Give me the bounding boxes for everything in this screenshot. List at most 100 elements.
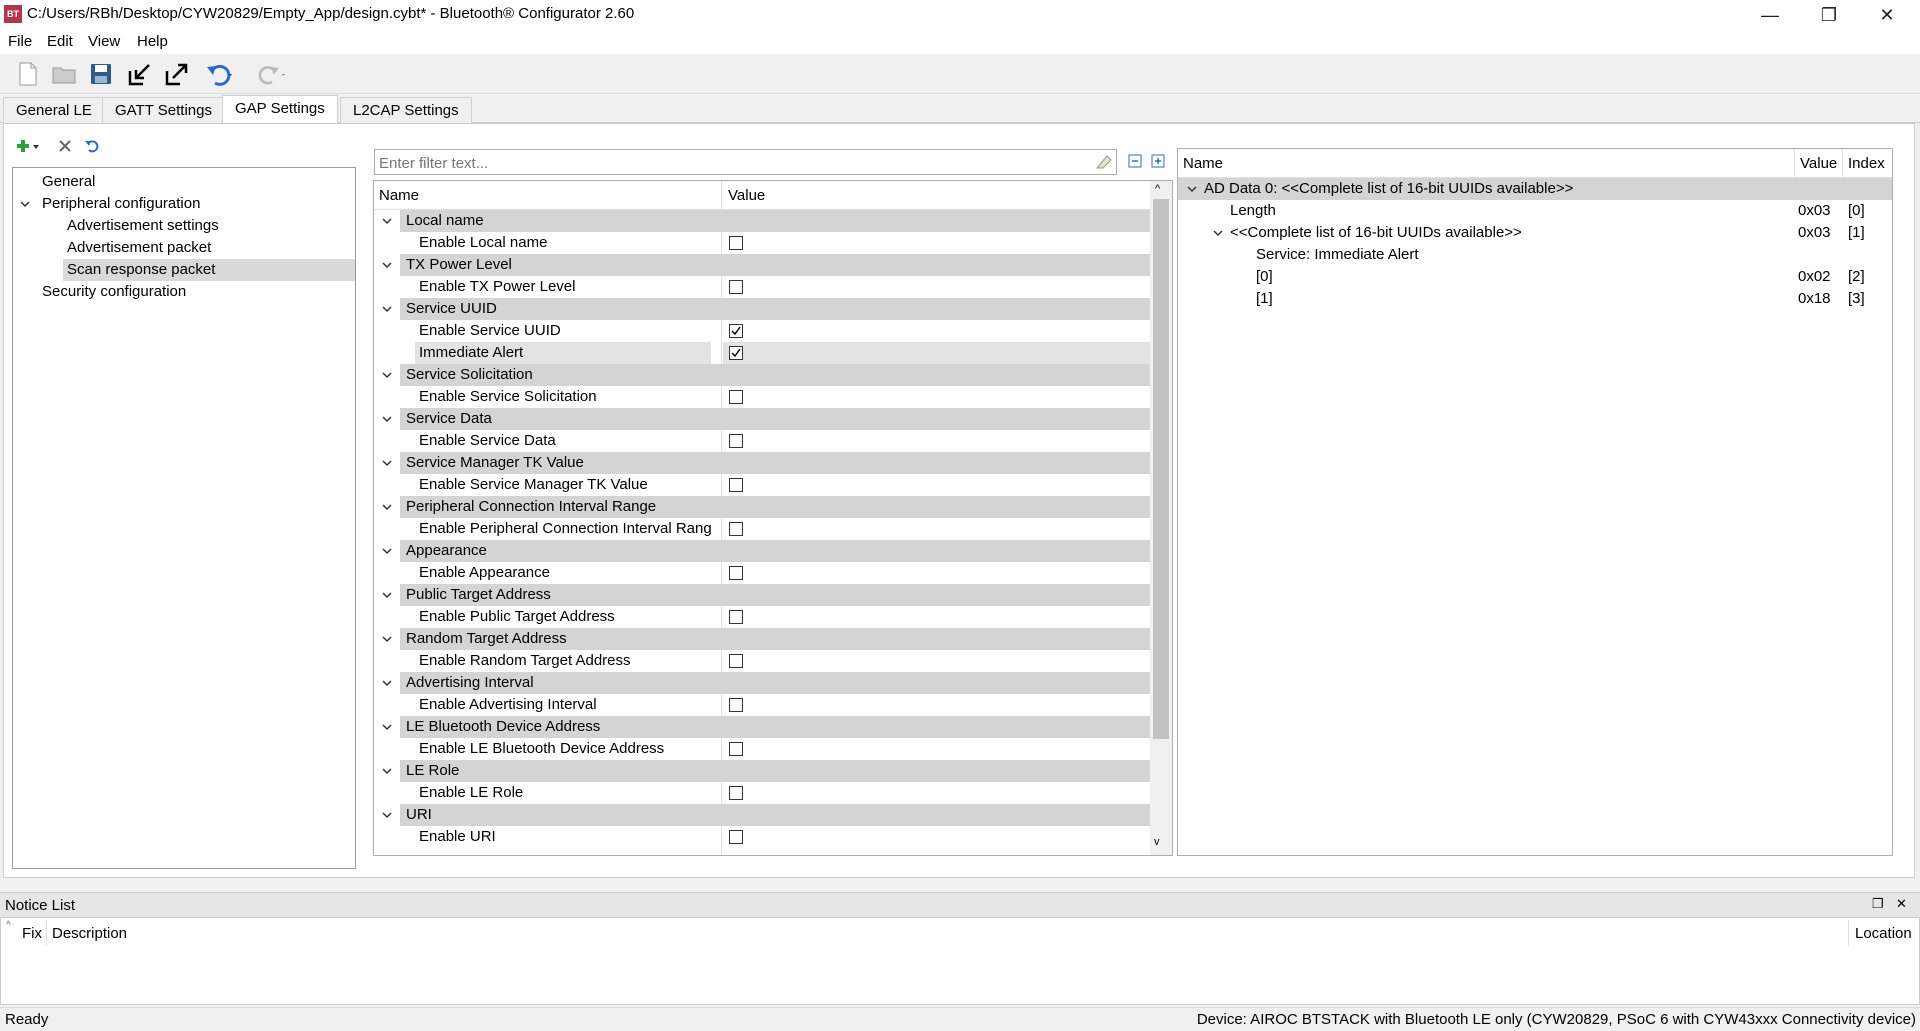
grid-group-row[interactable]: LE Role [374,760,1152,782]
collapse-all-icon[interactable] [1128,154,1142,172]
enable-checkbox[interactable] [729,236,743,250]
grid-item-row[interactable]: Enable Peripheral Connection Interval Ra… [374,518,1152,540]
grid-item-value [723,562,1152,584]
enable-checkbox[interactable] [729,390,743,404]
grid-header-name: Name [379,187,420,204]
filter-input[interactable] [377,152,1081,174]
grid-item-row[interactable]: Enable Random Target Address [374,650,1152,672]
grid-group-row[interactable]: Appearance [374,540,1152,562]
add-icon[interactable] [16,137,42,161]
enable-checkbox[interactable] [729,522,743,536]
ad-tree-value: 0x18 [1798,290,1831,307]
menu-help[interactable]: Help [137,33,168,50]
close-button[interactable]: ✕ [1858,0,1916,30]
delete-icon[interactable] [57,138,73,158]
grid-group-row[interactable]: URI [374,804,1152,826]
notice-header-description[interactable]: Description [52,925,127,942]
grid-item-row[interactable]: Enable Service UUID [374,320,1152,342]
clear-filter-icon[interactable] [1095,154,1113,174]
enable-checkbox[interactable] [729,742,743,756]
grid-group-row[interactable]: Peripheral Connection Interval Range [374,496,1152,518]
grid-scrollbar[interactable]: ^ v [1150,181,1172,855]
tree-item-general[interactable]: General [13,171,355,193]
import-icon[interactable] [126,60,154,88]
grid-item-row[interactable]: Enable TX Power Level [374,276,1152,298]
scroll-down-icon[interactable]: v [1154,836,1160,848]
enable-checkbox[interactable] [729,698,743,712]
ad-tree-row[interactable]: AD Data 0: <<Complete list of 16-bit UUI… [1178,178,1892,200]
float-panel-icon[interactable]: ❐ [1872,896,1884,912]
tree-item-scan-response-packet[interactable]: Scan response packet [13,259,355,281]
ad-tree-row[interactable]: [0] 0x02 [2] [1178,266,1892,288]
ad-tree-index: [0] [1848,202,1865,219]
grid-item-row[interactable]: Immediate Alert [374,342,1152,364]
open-folder-icon[interactable] [50,60,78,88]
enable-checkbox[interactable] [729,610,743,624]
notice-header-location[interactable]: Location [1855,925,1912,942]
grid-group-row[interactable]: Service Manager TK Value [374,452,1152,474]
menu-file[interactable]: File [8,33,32,50]
enable-checkbox[interactable] [729,346,743,360]
ad-tree-name: Length [1230,202,1276,219]
grid-group-row[interactable]: Service Solicitation [374,364,1152,386]
redo-icon[interactable] [258,60,286,88]
enable-checkbox[interactable] [729,654,743,668]
ad-tree-row[interactable]: <<Complete list of 16-bit UUIDs availabl… [1178,222,1892,244]
new-file-icon[interactable] [14,60,42,88]
minimize-button[interactable]: — [1741,0,1799,30]
grid-item-row[interactable]: Enable LE Role [374,782,1152,804]
enable-checkbox[interactable] [729,280,743,294]
grid-item-row[interactable]: Enable Service Data [374,430,1152,452]
save-icon[interactable] [87,60,115,88]
ad-tree-value: 0x03 [1798,202,1831,219]
tree-item-advertisement-packet[interactable]: Advertisement packet [13,237,355,259]
grid-group-row[interactable]: Random Target Address [374,628,1152,650]
grid-item-row[interactable]: Enable Local name [374,232,1152,254]
tab-gatt-settings[interactable]: GATT Settings [102,97,225,123]
grid-group-row[interactable]: Service UUID [374,298,1152,320]
enable-checkbox[interactable] [729,478,743,492]
grid-item-row[interactable]: Enable Public Target Address [374,606,1152,628]
grid-item-row[interactable]: Enable Service Manager TK Value [374,474,1152,496]
grid-item-row[interactable]: Enable Service Solicitation [374,386,1152,408]
notice-header-fix[interactable]: Fix [22,925,42,942]
tree-item-label: Peripheral configuration [42,195,201,212]
grid-item-row[interactable]: Enable Advertising Interval [374,694,1152,716]
tree-item-advertisement-settings[interactable]: Advertisement settings [13,215,355,237]
ad-tree-name: <<Complete list of 16-bit UUIDs availabl… [1230,224,1522,241]
grid-group-row[interactable]: LE Bluetooth Device Address [374,716,1152,738]
tree-item-security-configuration[interactable]: Security configuration [13,281,355,303]
grid-item-row[interactable]: Enable Appearance [374,562,1152,584]
reset-icon[interactable] [84,138,100,158]
export-icon[interactable] [163,60,191,88]
scrollbar-thumb[interactable] [1153,199,1169,739]
tree-item-peripheral-configuration[interactable]: Peripheral configuration [13,193,355,215]
tab-l2cap-settings[interactable]: L2CAP Settings [340,97,472,123]
scroll-up-icon[interactable]: ^ [1155,183,1160,195]
left-tree-toolbar [14,137,114,159]
grid-group-row[interactable]: Local name [374,210,1152,232]
grid-group-row[interactable]: Advertising Interval [374,672,1152,694]
restore-button[interactable]: ❐ [1800,0,1858,30]
tree-item-label: Scan response packet [63,259,355,281]
menu-view[interactable]: View [88,33,120,50]
grid-item-row[interactable]: Enable LE Bluetooth Device Address [374,738,1152,760]
tab-general-le[interactable]: General LE [3,97,105,123]
enable-checkbox[interactable] [729,324,743,338]
grid-group-row[interactable]: Service Data [374,408,1152,430]
grid-item-row[interactable]: Enable URI [374,826,1152,848]
enable-checkbox[interactable] [729,830,743,844]
enable-checkbox[interactable] [729,786,743,800]
enable-checkbox[interactable] [729,566,743,580]
menu-edit[interactable]: Edit [47,33,73,50]
ad-tree-row[interactable]: [1] 0x18 [3] [1178,288,1892,310]
tab-gap-settings[interactable]: GAP Settings [222,95,338,124]
grid-group-row[interactable]: TX Power Level [374,254,1152,276]
grid-group-row[interactable]: Public Target Address [374,584,1152,606]
expand-all-icon[interactable] [1151,154,1165,172]
ad-tree-row[interactable]: Length 0x03 [0] [1178,200,1892,222]
undo-icon[interactable] [205,60,233,88]
close-panel-icon[interactable]: ✕ [1896,896,1907,912]
ad-tree-row[interactable]: Service: Immediate Alert [1178,244,1892,266]
enable-checkbox[interactable] [729,434,743,448]
